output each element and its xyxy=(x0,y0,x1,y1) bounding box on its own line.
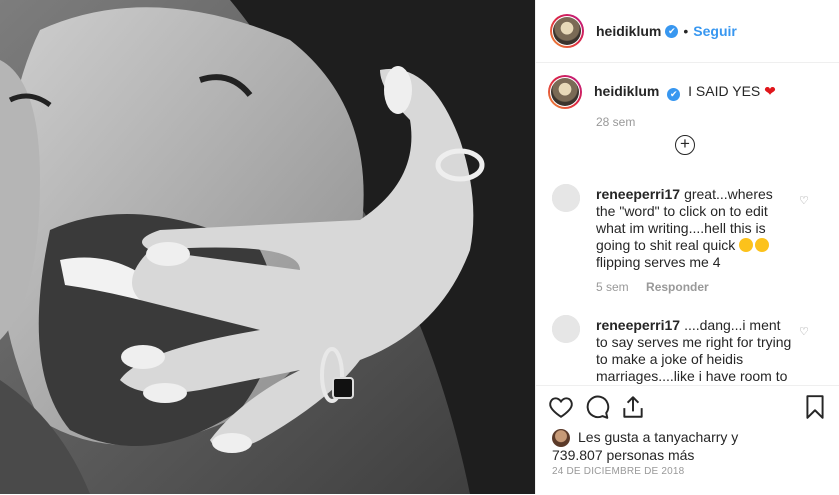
caption: heidiklum ✔ I SAID YES ❤ xyxy=(548,75,776,109)
post-header: heidiklum ✔ • Seguir xyxy=(536,0,839,63)
comment-text: reneeperri17 ....dang...i ment to say ser… xyxy=(596,317,796,385)
post-photo-image xyxy=(0,0,535,494)
grinning-face-emoji-icon xyxy=(739,238,754,252)
post-photo[interactable] xyxy=(0,0,535,494)
commenter-avatar[interactable] xyxy=(552,184,580,212)
post-side-panel: heidiklum ✔ • Seguir heidiklum ✔ I SAID … xyxy=(535,0,839,494)
likes-summary: Les gusta a tanyacharry y 739.807 person… xyxy=(552,428,752,464)
verified-badge-icon: ✔ xyxy=(667,88,681,101)
red-heart-emoji-icon: ❤ xyxy=(764,83,776,99)
comment-like-heart-icon[interactable]: ♡ xyxy=(799,325,809,338)
caption-timestamp[interactable]: 28 sem xyxy=(596,115,635,129)
comment-icon[interactable] xyxy=(584,394,610,420)
likes-line-2[interactable]: 739.807 personas más xyxy=(552,446,752,464)
frowning-face-emoji-icon xyxy=(755,238,770,252)
likes-line-1[interactable]: Les gusta a tanyacharry y xyxy=(578,428,752,446)
bookmark-icon[interactable] xyxy=(802,394,828,420)
caption-avatar[interactable] xyxy=(548,75,582,109)
author-avatar[interactable] xyxy=(550,14,584,48)
commenter-username[interactable]: reneeperri17 xyxy=(596,186,680,202)
reply-button[interactable]: Responder xyxy=(646,280,709,294)
post-date[interactable]: 24 DE DICIEMBRE DE 2018 xyxy=(552,466,684,477)
comment-text: reneeperri17 great...wheres the "word" to… xyxy=(596,186,796,271)
comment-timestamp[interactable]: 5 sem xyxy=(596,280,629,294)
liker-avatar[interactable] xyxy=(552,429,570,447)
verified-badge-icon: ✔ xyxy=(665,24,679,38)
author-username[interactable]: heidiklum xyxy=(596,23,661,39)
commenter-username[interactable]: reneeperri17 xyxy=(596,317,680,333)
action-icons xyxy=(548,394,828,424)
comment-like-heart-icon[interactable]: ♡ xyxy=(799,194,809,207)
caption-username[interactable]: heidiklum xyxy=(594,83,659,99)
comment-meta: 5 sem Responder xyxy=(596,280,709,294)
comments-section[interactable]: heidiklum ✔ I SAID YES ❤ 28 sem + reneep… xyxy=(536,63,839,385)
comment-body-continued: flipping serves me 4 xyxy=(596,254,721,270)
share-icon[interactable] xyxy=(620,394,646,420)
load-more-comments-button[interactable]: + xyxy=(675,135,695,155)
separator-dot: • xyxy=(683,23,689,39)
heart-icon[interactable] xyxy=(548,394,574,420)
caption-text: I SAID YES xyxy=(688,83,761,99)
follow-button[interactable]: Seguir xyxy=(693,23,737,39)
commenter-avatar[interactable] xyxy=(552,315,580,343)
actions-bar: Les gusta a tanyacharry y 739.807 person… xyxy=(536,385,839,495)
